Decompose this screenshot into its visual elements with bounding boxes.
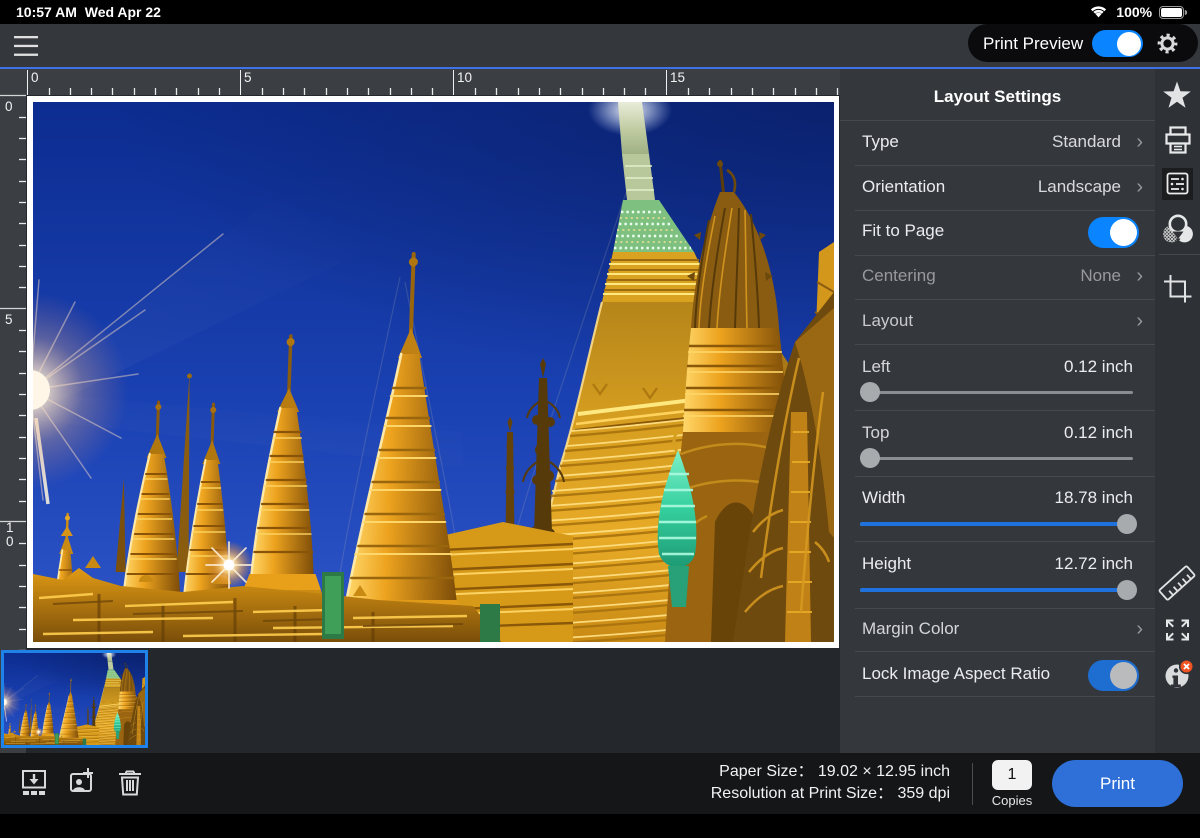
svg-text:15: 15	[670, 70, 685, 85]
svg-text:0: 0	[5, 99, 13, 114]
svg-text:0: 0	[6, 534, 14, 549]
svg-text:1: 1	[6, 520, 14, 535]
svg-text:0: 0	[31, 70, 39, 85]
svg-text:10: 10	[457, 70, 472, 85]
svg-text:5: 5	[244, 70, 252, 85]
svg-text:5: 5	[5, 312, 13, 327]
